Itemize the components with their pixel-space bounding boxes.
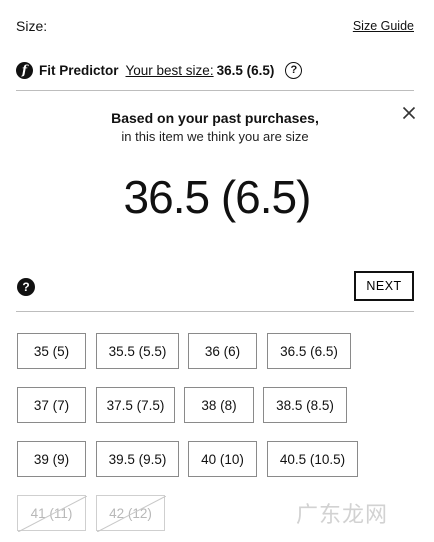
- divider: [16, 90, 414, 91]
- size-option[interactable]: 38.5 (8.5): [263, 387, 347, 423]
- size-option-label: 38.5 (8.5): [276, 397, 334, 413]
- best-size-link[interactable]: Your best size:: [126, 63, 214, 78]
- strikethrough-icon: [18, 496, 87, 532]
- size-option[interactable]: 40 (10): [188, 441, 257, 477]
- size-option[interactable]: 35 (5): [17, 333, 86, 369]
- recommendation-subtext: in this item we think you are size: [121, 129, 309, 144]
- size-option-unavailable: 41 (11): [17, 495, 87, 532]
- size-option[interactable]: 40.5 (10.5): [267, 441, 358, 477]
- size-option[interactable]: 37 (7): [17, 387, 86, 423]
- recommended-size: 36.5 (6.5): [123, 171, 312, 223]
- size-option-label: 38 (8): [201, 397, 237, 413]
- fit-predictor-row: f Fit Predictor Your best size: 36.5 (6.…: [16, 59, 303, 81]
- size-option[interactable]: 36.5 (6.5): [267, 333, 351, 369]
- question-icon[interactable]: ?: [285, 61, 303, 79]
- close-icon[interactable]: [400, 104, 418, 122]
- size-option[interactable]: 36 (6): [188, 333, 257, 369]
- size-option-label: 37 (7): [33, 397, 70, 413]
- size-option[interactable]: 38 (8): [184, 387, 254, 423]
- best-size-value: 36.5 (6.5): [216, 62, 275, 78]
- size-guide-link[interactable]: Size Guide: [353, 19, 414, 33]
- size-option-label: 40 (10): [201, 451, 244, 467]
- size-option-label: 35 (5): [33, 343, 70, 359]
- question-icon[interactable]: ?: [17, 278, 35, 296]
- size-option[interactable]: 35.5 (5.5): [96, 333, 179, 369]
- size-option-unavailable: 42 (12): [96, 495, 166, 532]
- size-option[interactable]: 39 (9): [17, 441, 86, 477]
- size-option-label: 39 (9): [33, 451, 70, 467]
- watermark: 广东龙网: [296, 503, 389, 528]
- size-option-label: 40.5 (10.5): [279, 451, 346, 467]
- size-label: Size:: [16, 18, 48, 34]
- fit-predictor-logo-icon: f: [16, 61, 33, 79]
- next-button[interactable]: NEXT: [354, 271, 414, 301]
- size-option-label: 36 (6): [204, 343, 241, 359]
- size-option[interactable]: 37.5 (7.5): [96, 387, 175, 423]
- size-option-label: 37.5 (7.5): [106, 397, 165, 413]
- recommendation-heading: Based on your past purchases,: [111, 110, 319, 126]
- divider: [16, 311, 414, 312]
- fit-predictor-title: Fit Predictor: [39, 62, 119, 78]
- size-option-label: 39.5 (9.5): [108, 451, 167, 467]
- size-header: Size: Size Guide: [16, 18, 414, 38]
- size-option-label: 35.5 (5.5): [108, 343, 167, 359]
- size-option-label: 36.5 (6.5): [280, 343, 338, 359]
- size-option[interactable]: 39.5 (9.5): [96, 441, 179, 477]
- strikethrough-icon: [97, 496, 166, 532]
